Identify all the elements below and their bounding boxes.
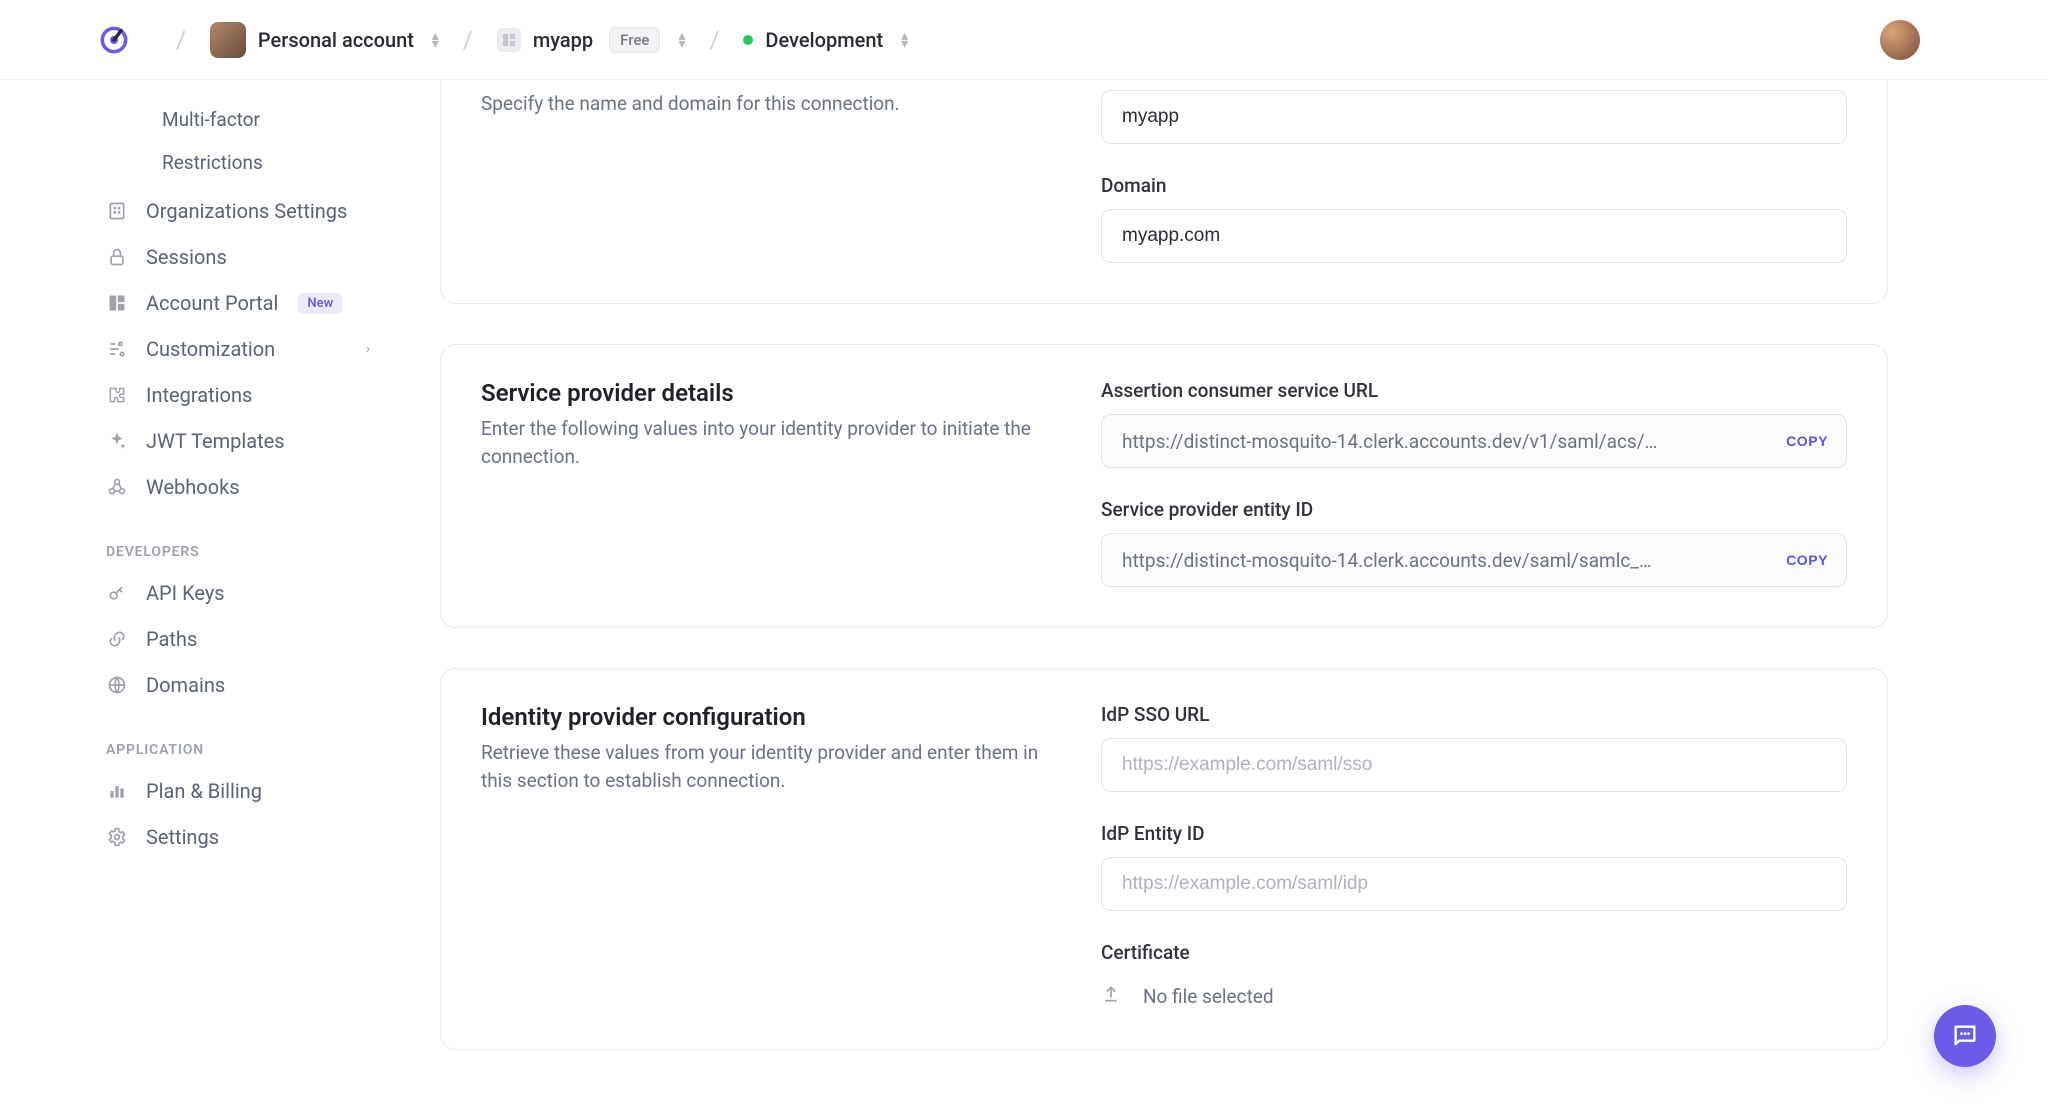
breadcrumb-separator: / (445, 26, 491, 54)
sidebar-item-label: Paths (146, 627, 197, 651)
sidebar-item-api-keys[interactable]: API Keys (100, 570, 376, 616)
sidebar-item-label: Sessions (146, 245, 227, 269)
chevron-updown-icon: ▴▾ (432, 32, 439, 48)
layout-icon (106, 292, 128, 314)
sparkle-icon (106, 430, 128, 452)
building-icon (106, 200, 128, 222)
sidebar-item-label: Settings (146, 825, 219, 849)
sidebar-item-organizations[interactable]: Organizations Settings (100, 188, 376, 234)
user-menu-avatar[interactable] (1880, 20, 1920, 60)
sidebar-subitem-restrictions[interactable]: Restrictions (158, 141, 376, 184)
card-description: Specify the name and domain for this con… (481, 90, 1041, 118)
status-dot-icon (743, 35, 753, 45)
sidebar-item-label: API Keys (146, 581, 225, 605)
sidebar-item-sessions[interactable]: Sessions (100, 234, 376, 280)
certificate-label: Certificate (1101, 941, 1847, 964)
link-icon (106, 628, 128, 650)
acs-url-label: Assertion consumer service URL (1101, 379, 1847, 402)
sidebar-item-label: Customization (146, 337, 275, 361)
readonly-text: https://distinct-mosquito-14.clerk.accou… (1122, 549, 1770, 572)
sidebar-item-label: Integrations (146, 383, 252, 407)
gear-icon (106, 826, 128, 848)
sidebar: Multi-factor Restrictions Organizations … (0, 80, 400, 1119)
sp-entity-id-value: https://distinct-mosquito-14.clerk.accou… (1101, 533, 1847, 587)
idp-sso-url-input[interactable] (1101, 738, 1847, 792)
card-description: Retrieve these values from your identity… (481, 739, 1041, 794)
card-service-provider: Service provider details Enter the follo… (440, 344, 1888, 628)
app-icon (497, 28, 521, 52)
sp-entity-id-label: Service provider entity ID (1101, 498, 1847, 521)
sidebar-section-application: APPLICATION (106, 742, 376, 758)
breadcrumb-app-label: myapp (533, 28, 593, 52)
breadcrumb-account-switcher[interactable]: Personal account ▴▾ (204, 16, 445, 64)
domain-label: Domain (1101, 174, 1847, 197)
breadcrumb-separator: / (158, 26, 204, 54)
breadcrumb-separator: / (692, 26, 738, 54)
sidebar-item-webhooks[interactable]: Webhooks (100, 464, 376, 510)
copy-entity-button[interactable]: COPY (1782, 546, 1832, 574)
plan-badge: Free (609, 27, 660, 53)
domain-input[interactable] (1101, 209, 1847, 263)
copy-acs-button[interactable]: COPY (1782, 427, 1832, 455)
sidebar-item-label: Domains (146, 673, 225, 697)
sidebar-item-settings[interactable]: Settings (100, 814, 376, 860)
sidebar-item-jwt-templates[interactable]: JWT Templates (100, 418, 376, 464)
sidebar-item-customization[interactable]: Customization › (100, 326, 376, 372)
name-input[interactable] (1101, 90, 1847, 144)
sidebar-item-integrations[interactable]: Integrations (100, 372, 376, 418)
chevron-updown-icon: ▴▾ (678, 32, 685, 48)
sidebar-subitem-multifactor[interactable]: Multi-factor (158, 98, 376, 141)
chat-icon (1951, 1022, 1979, 1050)
card-naming: Specify the name and domain for this con… (440, 80, 1888, 304)
readonly-text: https://distinct-mosquito-14.clerk.accou… (1122, 430, 1770, 453)
sidebar-item-label: Plan & Billing (146, 779, 262, 803)
sidebar-item-label: Organizations Settings (146, 199, 347, 223)
puzzle-icon (106, 384, 128, 406)
sidebar-item-account-portal[interactable]: Account Portal New (100, 280, 376, 326)
chart-icon (106, 780, 128, 802)
card-identity-provider: Identity provider configuration Retrieve… (440, 668, 1888, 1050)
sidebar-item-label: Webhooks (146, 475, 240, 499)
brand-logo[interactable] (100, 26, 128, 54)
upload-icon (1101, 984, 1121, 1009)
card-description: Enter the following values into your ide… (481, 415, 1041, 470)
webhook-icon (106, 476, 128, 498)
chevron-updown-icon: ▴▾ (901, 32, 908, 48)
breadcrumb-account-label: Personal account (258, 28, 414, 52)
breadcrumb-env-label: Development (765, 28, 883, 52)
card-title: Identity provider configuration (481, 703, 1041, 731)
acs-url-value: https://distinct-mosquito-14.clerk.accou… (1101, 414, 1847, 468)
idp-entity-id-input[interactable] (1101, 857, 1847, 911)
sidebar-item-plan-billing[interactable]: Plan & Billing (100, 768, 376, 814)
sidebar-item-paths[interactable]: Paths (100, 616, 376, 662)
idp-entity-id-label: IdP Entity ID (1101, 822, 1847, 845)
sidebar-section-developers: DEVELOPERS (106, 544, 376, 560)
avatar (210, 22, 246, 58)
card-title: Service provider details (481, 379, 1041, 407)
topbar: / Personal account ▴▾ / myapp Free ▴▾ / … (0, 0, 2048, 80)
breadcrumb-app-switcher[interactable]: myapp Free ▴▾ (491, 21, 692, 59)
key-icon (106, 582, 128, 604)
support-chat-button[interactable] (1934, 1005, 1996, 1067)
sidebar-item-label: JWT Templates (146, 429, 285, 453)
sidebar-item-label: Account Portal (146, 291, 278, 315)
palette-icon (106, 338, 128, 360)
main-content: Specify the name and domain for this con… (400, 80, 2048, 1119)
new-badge: New (298, 293, 342, 314)
certificate-empty-text: No file selected (1143, 985, 1274, 1008)
chevron-right-icon: › (366, 341, 370, 357)
idp-sso-url-label: IdP SSO URL (1101, 703, 1847, 726)
certificate-upload[interactable]: No file selected (1101, 976, 1847, 1009)
lock-icon (106, 246, 128, 268)
globe-icon (106, 674, 128, 696)
breadcrumb-env-switcher[interactable]: Development ▴▾ (737, 22, 914, 58)
sidebar-item-domains[interactable]: Domains (100, 662, 376, 708)
